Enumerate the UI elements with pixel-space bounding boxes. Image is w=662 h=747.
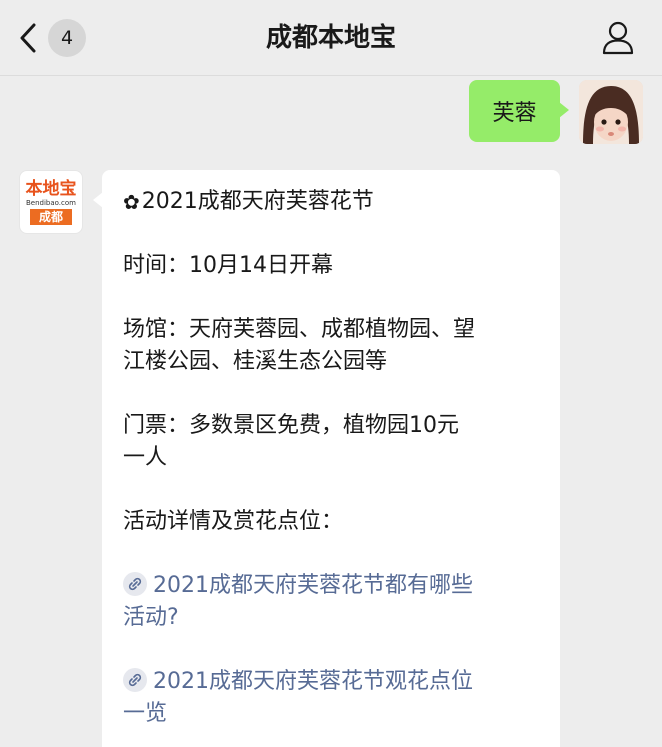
headline-text: 2021成都天府芙蓉花节 bbox=[141, 189, 374, 214]
user-avatar[interactable] bbox=[579, 80, 643, 144]
outgoing-message-text: 芙蓉 bbox=[492, 101, 537, 126]
viewing-spots-link-text-line2: 一览 bbox=[123, 701, 168, 726]
venue-text-line1: 场馆：天府芙蓉园、成都植物园、望 bbox=[123, 317, 476, 342]
flower-icon: ✿ bbox=[123, 190, 140, 214]
logo-url-text: Bendibao.com bbox=[25, 199, 76, 207]
ticket-text-line2: 一人 bbox=[123, 445, 168, 470]
profile-icon[interactable] bbox=[600, 20, 636, 56]
ticket-paragraph: 门票：多数景区免费，植物园10元 一人 bbox=[123, 410, 542, 474]
official-account-avatar[interactable]: 本地宝 Bendibao.com 成都 bbox=[19, 170, 83, 234]
time-text: 时间：10月14日开幕 bbox=[123, 253, 333, 278]
incoming-message: ✿ 2021成都天府芙蓉花节 时间：10月14日开幕 场馆：天府芙蓉园、成都植物… bbox=[93, 170, 560, 747]
activities-link[interactable]: 2021成都天府芙蓉花节都有哪些 活动? bbox=[123, 570, 542, 634]
logo-brand-text: 本地宝 bbox=[25, 179, 77, 199]
activities-link-text-line2: 活动? bbox=[123, 605, 179, 630]
details-label: 活动详情及赏花点位： bbox=[123, 509, 344, 534]
link-icon bbox=[123, 572, 147, 596]
activities-link-text-line1: 2021成都天府芙蓉花节都有哪些 bbox=[153, 573, 473, 598]
navigation-bar: 4 成都本地宝 bbox=[0, 0, 662, 76]
time-paragraph: 时间：10月14日开幕 bbox=[123, 250, 542, 282]
chat-title: 成都本地宝 bbox=[265, 23, 396, 53]
ticket-text-line1: 门票：多数景区免费，植物园10元 bbox=[123, 413, 459, 438]
venue-paragraph: 场馆：天府芙蓉园、成都植物园、望 江楼公园、桂溪生态公园等 bbox=[123, 314, 542, 378]
viewing-spots-link[interactable]: 2021成都天府芙蓉花节观花点位 一览 bbox=[123, 666, 542, 730]
details-paragraph: 活动详情及赏花点位： bbox=[123, 506, 542, 538]
outgoing-message[interactable]: 芙蓉 bbox=[469, 80, 569, 142]
venue-text-line2: 江楼公园、桂溪生态公园等 bbox=[123, 349, 388, 374]
link-icon bbox=[123, 668, 147, 692]
message-headline: ✿ 2021成都天府芙蓉花节 bbox=[123, 186, 542, 218]
viewing-spots-link-text-line1: 2021成都天府芙蓉花节观花点位 bbox=[153, 669, 473, 694]
logo-city-text: 成都 bbox=[30, 209, 72, 225]
